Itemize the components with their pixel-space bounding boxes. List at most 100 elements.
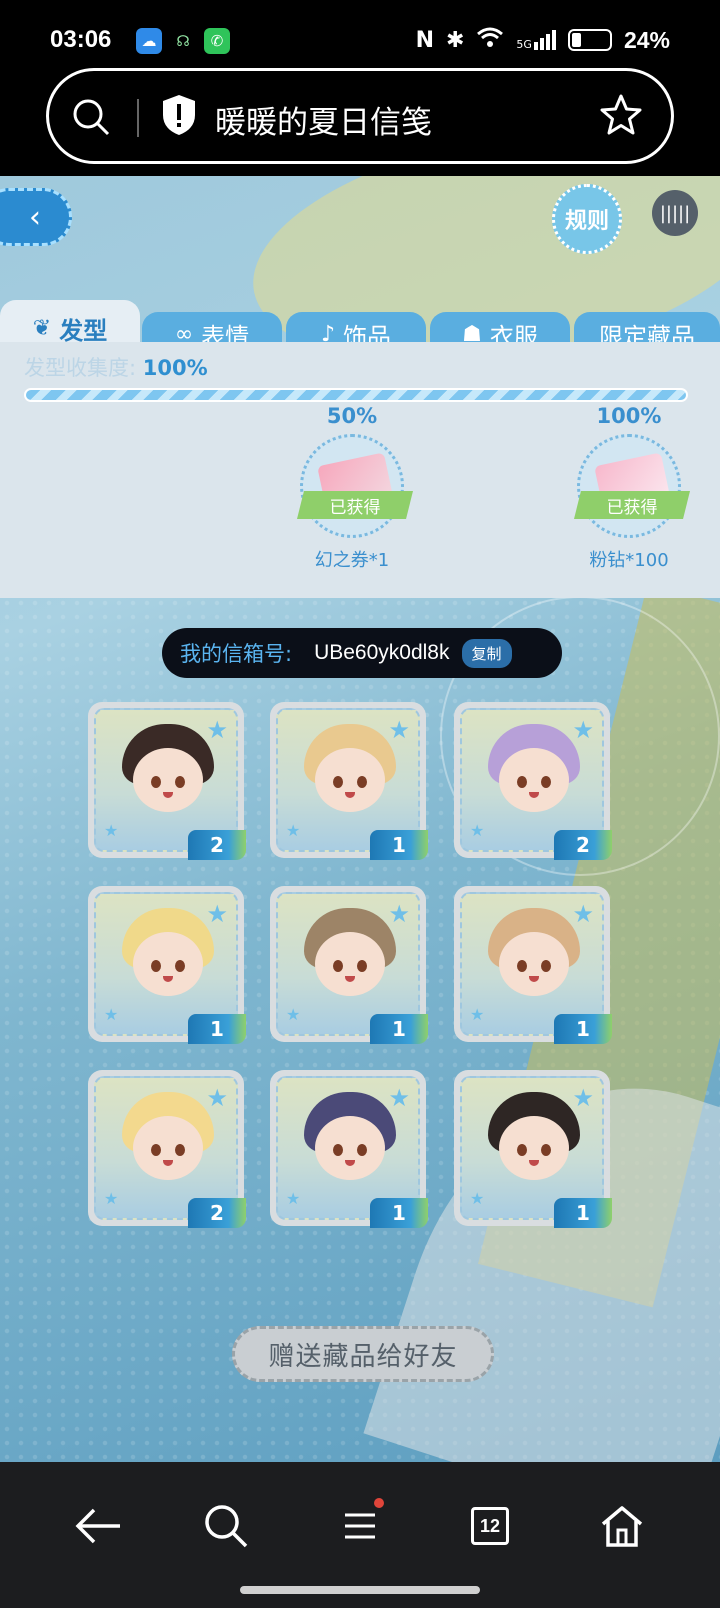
hairstyle-card[interactable]: ★ ★ 2 [88,702,246,860]
character-face [133,748,203,812]
eye [175,776,185,788]
headset-app-icon: ☊ [176,32,190,50]
eye [151,960,161,972]
star-icon: ★ [470,1189,485,1208]
star-icon: ★ [104,1005,119,1024]
character-face [499,1116,569,1180]
rules-button[interactable]: 规则 [552,184,622,254]
reward-name: 粉钻*100 [589,550,669,571]
hairstyle-card[interactable]: ★ ★ 1 [270,1070,428,1228]
character-face [133,1116,203,1180]
item-count-badge: 2 [188,1198,246,1228]
weather-app-icon: ☁ [136,28,162,54]
status-time: 03:06 [50,26,112,53]
eye [175,1144,185,1156]
star-icon: ★ [286,821,301,840]
mouth [529,976,539,982]
star-icon: ★ [572,900,594,928]
star-icon: ★ [286,1005,301,1024]
eye [175,960,185,972]
bookmark-star-icon[interactable] [599,93,643,141]
home-indicator [240,1586,480,1594]
back-arrow-icon[interactable] [68,1496,128,1556]
phone-app-icon: ✆ [204,28,230,54]
mouth [163,792,173,798]
page-title[interactable]: 暖暖的夏日信笺 [215,97,432,142]
star-icon: ★ [206,900,228,928]
item-count-badge: 1 [370,1198,428,1228]
eye [517,776,527,788]
chevron-left-icon: ‹ [29,199,41,235]
home-icon[interactable] [592,1496,652,1556]
eye [517,1144,527,1156]
character-face [499,748,569,812]
reward-50[interactable]: 50% 已获得 幻之券*1 [287,404,417,572]
bluetooth-icon: ✱ [445,27,465,53]
gift-to-friend-button[interactable]: 赠送藏品给好友 [232,1326,494,1382]
star-icon: ★ [388,1084,410,1112]
hairstyle-card[interactable]: ★ ★ 1 [270,886,428,1044]
mailbox-id-bar: 我的信箱号: UBe60yk0dl8k 复制 [162,628,562,678]
character-face [499,932,569,996]
character-face [133,932,203,996]
character-face [315,1116,385,1180]
hairstyle-card[interactable]: ★ ★ 1 [270,702,428,860]
eye [357,1144,367,1156]
reward-badge: 已获得 [574,434,690,538]
item-count-badge: 1 [370,830,428,860]
hairstyle-card[interactable]: ★ ★ 1 [88,886,246,1044]
star-icon: ★ [388,900,410,928]
eye [357,776,367,788]
star-icon: ★ [104,1189,119,1208]
star-icon: ★ [572,716,594,744]
star-icon: ★ [286,1189,301,1208]
obtained-ribbon: 已获得 [574,491,690,519]
character-face [315,748,385,812]
item-count-badge: 1 [370,1014,428,1044]
hairstyle-card[interactable]: ★ ★ 2 [454,702,612,860]
back-button[interactable]: ‹ [0,188,72,246]
mouth [345,792,355,798]
reward-name: 幻之券*1 [314,550,390,571]
eye [517,960,527,972]
shield-icon[interactable] [161,93,197,141]
search-icon[interactable] [196,1496,256,1556]
mouth [345,1160,355,1166]
notification-dot [374,1498,384,1508]
tab-count: 12 [471,1507,509,1545]
star-icon: ★ [206,1084,228,1112]
collection-value: 100% [142,356,208,380]
hairstyle-card[interactable]: ★ ★ 1 [454,1070,612,1228]
search-icon[interactable] [71,97,111,141]
menu-icon[interactable] [330,1496,390,1556]
copy-button[interactable]: 复制 [461,638,512,668]
item-count-badge: 1 [554,1198,612,1228]
network-type-label: 5G [516,38,532,51]
sound-toggle-button[interactable]: ||||| [652,190,698,236]
mailbox-label: 我的信箱号: [180,642,293,666]
collection-label: 发型收集度: [24,356,137,380]
nfc-icon: N [415,27,434,53]
tabs-button[interactable]: 12 [460,1496,520,1556]
browser-bottom-nav: 12 [0,1462,720,1608]
reward-badge: 已获得 [297,434,413,538]
obtained-ribbon: 已获得 [297,491,413,519]
star-icon: ★ [470,821,485,840]
collection-progress-label: 发型收集度: 100% [24,352,208,382]
hair-icon: ❦ [32,315,52,341]
sound-wave-icon: ||||| [659,202,691,224]
eye [357,960,367,972]
item-count-badge: 2 [554,830,612,860]
hairstyle-card[interactable]: ★ ★ 1 [454,886,612,1044]
address-bar[interactable]: 暖暖的夏日信笺 [46,68,674,164]
eye [541,776,551,788]
star-icon: ★ [104,821,119,840]
eye [333,960,343,972]
address-bar-divider [137,99,139,137]
tab-label: 发型 [59,316,108,345]
reward-100[interactable]: 100% 已获得 粉钻*100 [564,404,694,572]
cellular-signal-icon: 5G [516,30,556,50]
reward-threshold: 50% [326,404,378,428]
hairstyle-card[interactable]: ★ ★ 2 [88,1070,246,1228]
star-icon: ★ [206,716,228,744]
